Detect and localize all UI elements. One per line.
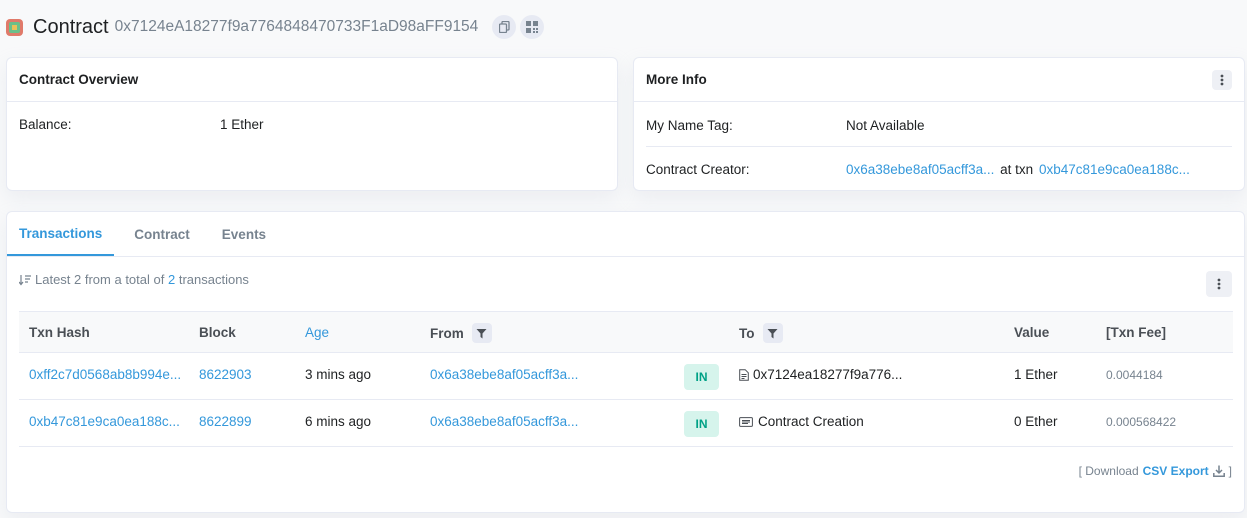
- block-link[interactable]: 8622903: [199, 367, 252, 382]
- to-cell: Contract Creation: [739, 414, 864, 429]
- tab-events[interactable]: Events: [210, 212, 278, 256]
- col-age[interactable]: Age: [305, 325, 329, 340]
- summary-count[interactable]: 2: [168, 272, 175, 287]
- contract-logo-icon: [6, 18, 23, 36]
- age-value: 3 mins ago: [305, 367, 372, 382]
- contract-creation-label: Contract Creation: [758, 414, 864, 429]
- contract-overview-card: Contract Overview Balance: 1 Ether: [6, 57, 618, 191]
- col-to: To: [739, 323, 783, 343]
- direction-badge: IN: [684, 411, 719, 437]
- copy-icon[interactable]: [492, 15, 517, 39]
- contract-overview-title: Contract Overview: [7, 58, 617, 102]
- download-prefix: [ Download: [1078, 464, 1139, 478]
- contract-address: 0x7124eA18277f9a7764848470733F1aD98aFF91…: [114, 18, 479, 35]
- value-amount: 0 Ether: [1014, 414, 1058, 429]
- txn-hash-link[interactable]: 0xff2c7d0568ab8b994e...: [29, 367, 181, 382]
- col-to-label: To: [739, 325, 755, 341]
- summary-suffix: transactions: [178, 272, 249, 287]
- download-icon[interactable]: [1212, 465, 1225, 477]
- summary-prefix: Latest 2 from a total of: [35, 272, 165, 287]
- name-tag-value: Not Available: [846, 118, 925, 133]
- transactions-card: Transactions Contract Events Latest 2 fr…: [6, 211, 1245, 513]
- direction-badge: IN: [684, 364, 719, 390]
- csv-export-link[interactable]: CSV Export: [1143, 464, 1209, 478]
- at-txn-label: at txn: [1000, 162, 1034, 177]
- tab-transactions[interactable]: Transactions: [7, 212, 115, 256]
- contract-creator-label: Contract Creator:: [646, 162, 750, 177]
- col-value: Value: [1014, 325, 1050, 340]
- contract-creator-value: 0x6a38ebe8af05acff3a... at txn 0xb47c81e…: [846, 162, 1190, 177]
- txn-hash-link[interactable]: 0xb47c81e9ca0ea188c...: [29, 414, 180, 429]
- contract-creation-icon: [739, 416, 753, 427]
- table-row: 0xff2c7d0568ab8b994e... 8622903 3 mins a…: [19, 353, 1233, 400]
- creator-address-link[interactable]: 0x6a38ebe8af05acff3a...: [846, 162, 994, 177]
- col-from: From: [430, 323, 492, 343]
- col-txn-fee: [Txn Fee]: [1106, 325, 1167, 340]
- tab-bar: Transactions Contract Events: [7, 212, 1244, 257]
- col-txn-hash: Txn Hash: [29, 325, 90, 340]
- balance-label: Balance:: [19, 117, 72, 132]
- page-header: Contract 0x7124eA18277f9a7764848470733F1…: [6, 12, 545, 42]
- balance-value: 1 Ether: [220, 117, 264, 132]
- name-tag-label: My Name Tag:: [646, 118, 733, 133]
- table-options-icon[interactable]: [1206, 271, 1232, 297]
- table-header: Txn Hash Block Age From To Value [Txn Fe…: [19, 311, 1233, 353]
- block-link[interactable]: 8622899: [199, 414, 252, 429]
- table-row: 0xb47c81e9ca0ea188c... 8622899 6 mins ag…: [19, 400, 1233, 447]
- download-csv: [ Download CSV Export ]: [1079, 464, 1232, 478]
- creator-txn-link[interactable]: 0xb47c81e9ca0ea188c...: [1039, 162, 1190, 177]
- page-title: Contract: [33, 15, 109, 38]
- file-icon: [739, 368, 749, 381]
- more-info-card: More Info My Name Tag: Not Available Con…: [633, 57, 1245, 191]
- filter-icon[interactable]: [762, 323, 783, 343]
- filter-icon[interactable]: [471, 323, 492, 343]
- sort-icon: [19, 274, 31, 286]
- col-from-label: From: [430, 325, 464, 341]
- from-address-link[interactable]: 0x6a38ebe8af05acff3a...: [430, 414, 578, 429]
- from-address-link[interactable]: 0x6a38ebe8af05acff3a...: [430, 367, 578, 382]
- txn-fee-value: 0.0044184: [1106, 368, 1163, 382]
- qr-code-icon[interactable]: [520, 15, 545, 39]
- age-value: 6 mins ago: [305, 414, 372, 429]
- more-info-title: More Info: [646, 72, 707, 87]
- more-options-icon[interactable]: [1212, 69, 1232, 90]
- to-cell: 0x7124ea18277f9a776...: [739, 367, 902, 382]
- divider: [646, 146, 1232, 147]
- transactions-summary: Latest 2 from a total of 2 transactions: [19, 272, 249, 287]
- tab-contract[interactable]: Contract: [122, 212, 202, 256]
- value-amount: 1 Ether: [1014, 367, 1058, 382]
- to-address-link[interactable]: 0x7124ea18277f9a776...: [753, 367, 902, 382]
- download-suffix: ]: [1228, 464, 1232, 478]
- txn-fee-value: 0.000568422: [1106, 415, 1177, 429]
- col-block: Block: [199, 325, 236, 340]
